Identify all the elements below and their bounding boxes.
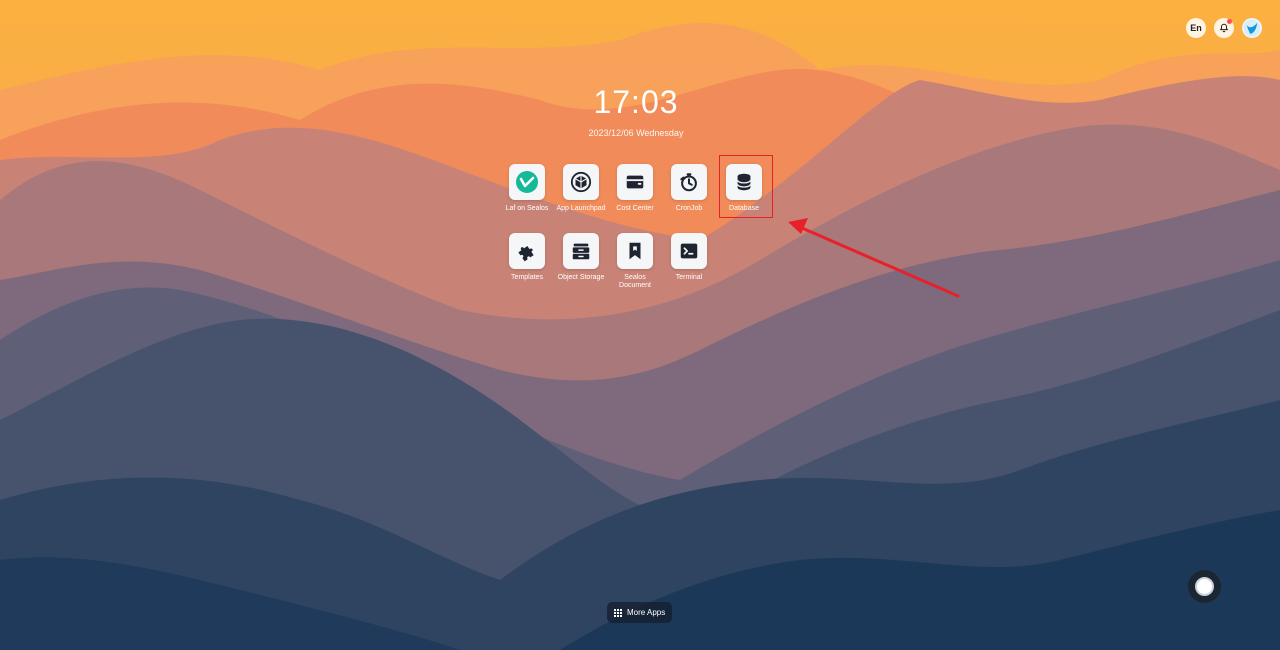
app-laf-on-sealos[interactable]: Laf on Sealos bbox=[500, 164, 554, 213]
more-apps-label: More Apps bbox=[627, 608, 666, 617]
app-label: Laf on Sealos bbox=[505, 205, 549, 212]
bell-icon bbox=[1219, 23, 1229, 33]
language-switch-button[interactable]: En bbox=[1186, 18, 1206, 38]
app-label: Terminal bbox=[675, 274, 703, 281]
app-label: Sealos Document bbox=[619, 274, 651, 289]
grid-icon bbox=[614, 608, 622, 617]
cube-icon bbox=[570, 171, 592, 193]
top-toolbar: En bbox=[1186, 18, 1262, 38]
app-label: Templates bbox=[511, 274, 543, 281]
app-label: Cost Center bbox=[616, 205, 654, 212]
puzzle-icon bbox=[518, 246, 534, 262]
bookmark-icon bbox=[629, 242, 641, 260]
notification-dot bbox=[1227, 19, 1232, 24]
app-label: CronJob bbox=[675, 205, 703, 212]
clock-time: 17:03 bbox=[593, 84, 679, 120]
app-object-storage[interactable]: Object Storage bbox=[554, 233, 608, 282]
app-templates[interactable]: Templates bbox=[500, 233, 554, 282]
app-label: App Launchpad bbox=[556, 205, 606, 212]
terminal-icon bbox=[680, 243, 698, 259]
wallet-icon bbox=[626, 175, 644, 189]
more-apps-button[interactable]: More Apps bbox=[607, 602, 673, 623]
laf-logo-icon bbox=[516, 171, 538, 193]
circle-icon bbox=[1195, 577, 1214, 596]
app-sealos-document[interactable]: Sealos Document bbox=[608, 233, 662, 290]
notification-button[interactable] bbox=[1214, 18, 1234, 38]
floating-assistant-button[interactable] bbox=[1188, 570, 1221, 603]
user-avatar-button[interactable] bbox=[1242, 18, 1262, 38]
language-label: En bbox=[1190, 23, 1202, 33]
storage-box-icon bbox=[572, 243, 590, 260]
clock-date: 2023/12/06 Wednesday bbox=[588, 128, 684, 138]
app-terminal[interactable]: Terminal bbox=[662, 233, 716, 282]
database-highlight-box bbox=[719, 155, 773, 218]
stopwatch-icon bbox=[680, 173, 697, 192]
user-avatar-icon bbox=[1243, 19, 1261, 37]
app-cost-center[interactable]: Cost Center bbox=[608, 164, 662, 213]
app-label: Object Storage bbox=[557, 274, 605, 281]
app-cronjob[interactable]: CronJob bbox=[662, 164, 716, 213]
app-app-launchpad[interactable]: App Launchpad bbox=[554, 164, 608, 213]
